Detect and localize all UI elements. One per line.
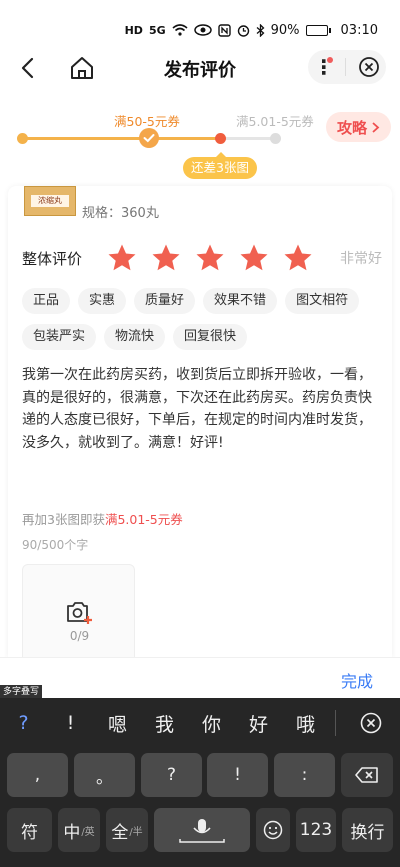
progress-node-current <box>215 133 226 144</box>
signal-indicator: 5G <box>148 23 166 37</box>
full-width-label: 全 <box>111 822 129 843</box>
close-circle-icon[interactable] <box>360 712 382 734</box>
progress-track-done <box>22 137 220 140</box>
camera-add-icon <box>67 602 92 624</box>
half-width-label: /半 <box>129 826 143 838</box>
star-icon[interactable] <box>282 242 314 274</box>
candidate-bar: ?! 嗯我你好哦 <box>0 698 400 748</box>
lang-en-label: /英 <box>81 826 95 838</box>
check-icon <box>143 134 155 143</box>
hd-indicator: HD <box>124 23 143 37</box>
clock: 03:10 <box>340 22 378 38</box>
punctuation-key[interactable]: 。 <box>74 753 135 797</box>
keyboard: ?! 嗯我你好哦 ,。?!: 符 中/英 全/半 123 换行 <box>0 698 400 867</box>
product-image-label: 浓缩丸 <box>31 195 69 207</box>
battery-icon <box>305 24 331 36</box>
bonus-coupon: 满5.01-5元券 <box>104 512 183 527</box>
eye-icon <box>193 24 212 36</box>
backspace-key[interactable] <box>341 753 393 797</box>
symbol-key-label: 符 <box>21 822 38 843</box>
product-image: 浓缩丸 <box>24 186 76 216</box>
done-button[interactable]: 完成 <box>341 668 373 692</box>
progress-track-pending <box>220 137 275 140</box>
lang-zh-label: 中 <box>63 822 81 843</box>
symbol-key[interactable]: 符 <box>7 808 52 852</box>
candidate-word[interactable]: 好 <box>235 710 282 737</box>
rating-text: 非常好 <box>340 251 382 267</box>
nav-bar: 发布评价 ⋮ <box>0 44 400 92</box>
punctuation-key[interactable]: , <box>7 753 68 797</box>
more-icon[interactable]: ⋮ <box>314 55 334 79</box>
candidate-word[interactable]: ? <box>0 712 47 734</box>
wifi-icon <box>172 24 188 36</box>
star-icon[interactable] <box>150 242 182 274</box>
review-textarea[interactable]: 我第一次在此药房买药，收到货后立即拆开验收，一看，真的是很好的，很满意，下次还在… <box>22 364 380 454</box>
milestone-2-label: 满5.01-5元券 <box>236 114 314 129</box>
star-icon[interactable] <box>194 242 226 274</box>
review-tag[interactable]: 回复很快 <box>173 324 248 350</box>
star-icon[interactable] <box>238 242 270 274</box>
review-tag[interactable]: 包装严实 <box>22 324 97 350</box>
mini-program-capsule: ⋮ <box>308 50 386 84</box>
candidate-divider <box>335 710 336 736</box>
bluetooth-icon <box>256 23 265 37</box>
number-key-label: 123 <box>299 820 333 840</box>
lang-toggle-key[interactable]: 中/英 <box>58 808 100 852</box>
close-circle-icon[interactable] <box>358 56 380 78</box>
review-card: 浓缩丸 规格：360丸 整体评价 非常好 正品 实惠 质量好 效果不错 图文相符包装严实… <box>8 186 392 666</box>
candidate-word[interactable]: ! <box>47 712 94 734</box>
upload-count: 0/9 <box>69 629 90 643</box>
enter-key-label: 换行 <box>350 822 385 843</box>
nfc-icon <box>217 23 231 37</box>
progress-node-start <box>17 133 28 144</box>
punctuation-key[interactable]: ! <box>207 753 268 797</box>
ime-mode-label: 多字叠写 <box>0 685 43 699</box>
width-toggle-key[interactable]: 全/半 <box>106 808 148 852</box>
star-rating[interactable] <box>106 242 314 274</box>
microphone-icon <box>179 819 225 843</box>
char-count: 90/500个字 <box>22 538 89 552</box>
chevron-right-icon <box>372 121 380 133</box>
review-tag[interactable]: 物流快 <box>104 324 166 350</box>
backspace-icon <box>355 767 378 783</box>
capsule-divider <box>345 58 347 76</box>
candidate-word[interactable]: 哦 <box>282 710 329 737</box>
review-tag[interactable]: 正品 <box>22 288 71 314</box>
candidate-word[interactable]: 你 <box>188 710 235 737</box>
emoji-key[interactable] <box>256 808 290 852</box>
space-key[interactable] <box>154 808 250 852</box>
bonus-prefix: 再加3张图即获 <box>22 512 105 527</box>
review-tag[interactable]: 图文相符 <box>285 288 360 314</box>
quick-tags: 正品 实惠 质量好 效果不错 图文相符包装严实 物流快 回复很快 <box>22 288 382 350</box>
overall-rating: 整体评价 非常好 <box>22 243 382 273</box>
strategy-button[interactable]: 攻略 <box>326 112 391 142</box>
number-key[interactable]: 123 <box>296 808 336 852</box>
gap-tip-badge: 还差3张图 <box>183 152 257 179</box>
bonus-hint: 再加3张图即获满5.01-5元券 <box>22 509 183 528</box>
candidate-word[interactable]: 嗯 <box>94 710 141 737</box>
punctuation-key[interactable]: : <box>274 753 335 797</box>
product-spec: 规格：360丸 <box>82 206 159 221</box>
photo-upload-button[interactable]: 0/9 <box>22 564 135 664</box>
star-icon[interactable] <box>106 242 138 274</box>
reward-progress: 满50-5元券 满5.01-5元券 攻略 还差3张图 <box>0 96 400 186</box>
review-tag[interactable]: 实惠 <box>78 288 127 314</box>
alarm-icon <box>237 24 249 37</box>
rating-label: 整体评价 <box>22 249 83 268</box>
enter-key[interactable]: 换行 <box>342 808 393 852</box>
strategy-label: 攻略 <box>336 118 367 137</box>
review-tag[interactable]: 效果不错 <box>203 288 278 314</box>
emoji-icon <box>263 820 283 840</box>
punctuation-key[interactable]: ? <box>141 753 202 797</box>
review-tag[interactable]: 质量好 <box>134 288 196 314</box>
progress-node-milestone-2 <box>270 133 281 144</box>
candidate-word[interactable]: 我 <box>141 710 188 737</box>
notification-dot <box>326 57 333 63</box>
keyboard-toolbar: 完成 多字叠写 <box>0 657 400 699</box>
battery-percent: 90% <box>270 22 300 38</box>
progress-node-milestone-1 <box>139 128 159 148</box>
